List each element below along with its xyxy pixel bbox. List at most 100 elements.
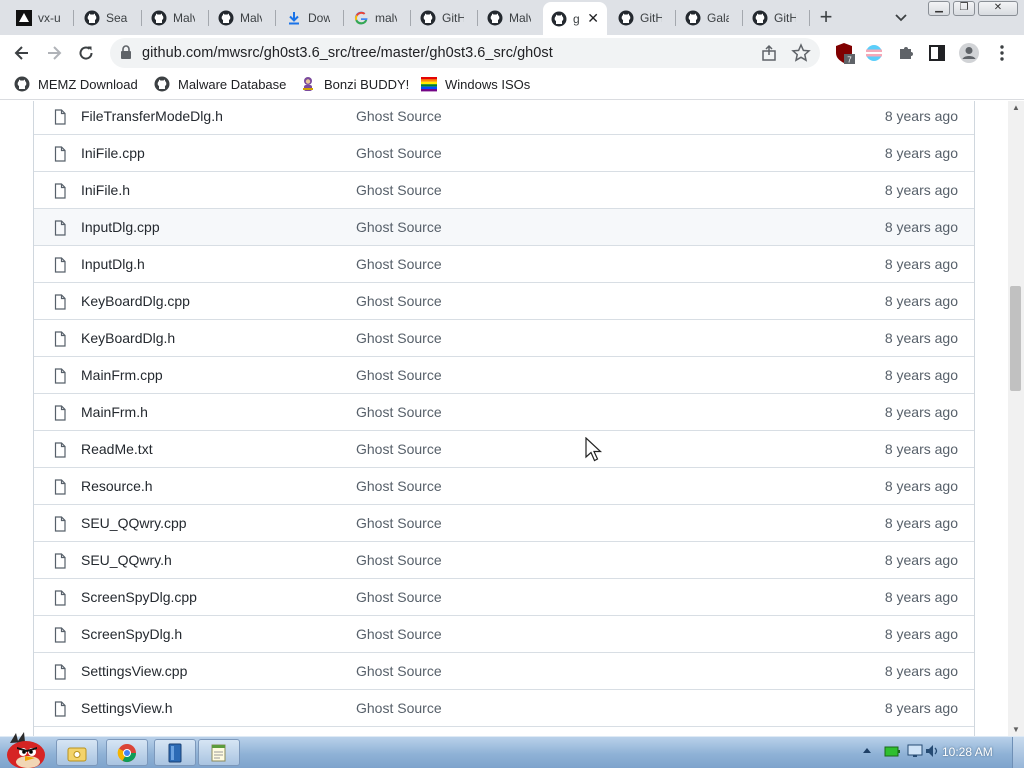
file-row[interactable]: ScreenSpyDlg.cpp Ghost Source 8 years ago — [34, 578, 974, 615]
tab-search-chevron-icon[interactable] — [894, 10, 914, 26]
back-button[interactable] — [12, 43, 32, 63]
file-row[interactable]: ReadMe.txt Ghost Source 8 years ago — [34, 430, 974, 467]
browser-tab[interactable]: GitH — [744, 4, 810, 31]
browser-tab[interactable]: vx-u — [8, 4, 74, 31]
browser-tab[interactable]: GitH — [412, 4, 478, 31]
forward-button[interactable] — [44, 43, 64, 63]
file-name-link[interactable]: SEU_QQwry.h — [81, 552, 172, 568]
commit-message-link[interactable]: Ghost Source — [356, 552, 442, 568]
url-text[interactable]: github.com/mwsrc/gh0st3.6_src/tree/maste… — [142, 45, 553, 61]
scrollbar-thumb[interactable] — [1010, 286, 1021, 391]
start-button-angry-bird-icon[interactable] — [2, 731, 52, 768]
taskbar-chrome-button[interactable] — [106, 739, 148, 766]
commit-message-link[interactable]: Ghost Source — [356, 626, 442, 642]
file-row[interactable]: SettingsView.cpp Ghost Source 8 years ago — [34, 652, 974, 689]
bookmark-star-icon[interactable] — [791, 43, 811, 68]
file-name-link[interactable]: ReadMe.txt — [81, 441, 153, 457]
share-icon[interactable] — [761, 44, 779, 67]
browser-tab[interactable]: g ✕ — [543, 2, 607, 35]
vertical-scrollbar[interactable]: ▲ ▼ — [1008, 101, 1024, 736]
side-panel-icon[interactable] — [926, 42, 948, 64]
browser-tab[interactable]: Malv — [143, 4, 209, 31]
file-name-link[interactable]: MainFrm.h — [81, 404, 148, 420]
file-name-link[interactable]: Resource.h — [81, 478, 153, 494]
trans-flag-extension-icon[interactable] — [863, 42, 885, 64]
tray-battery-icon[interactable] — [884, 744, 900, 763]
file-row[interactable]: MainFrm.h Ghost Source 8 years ago — [34, 393, 974, 430]
file-row[interactable]: InputDlg.h Ghost Source 8 years ago — [34, 245, 974, 282]
commit-message-link[interactable]: Ghost Source — [356, 478, 442, 494]
file-name-link[interactable]: SettingsView.h — [81, 700, 173, 716]
file-row[interactable]: KeyBoardDlg.cpp Ghost Source 8 years ago — [34, 282, 974, 319]
file-row[interactable]: ScreenSpyDlg.h Ghost Source 8 years ago — [34, 615, 974, 652]
tray-network-icon[interactable] — [907, 744, 923, 763]
scroll-up-arrow-icon[interactable]: ▲ — [1012, 103, 1020, 112]
browser-tab[interactable]: Sear — [76, 4, 142, 31]
commit-message-link[interactable]: Ghost Source — [356, 515, 442, 531]
minimize-button[interactable]: ▁ — [928, 1, 950, 16]
file-name-link[interactable]: InputDlg.h — [81, 256, 145, 272]
bookmark-malware-database[interactable]: Malware Database — [154, 76, 286, 92]
file-row[interactable]: SEU_QQwry.cpp Ghost Source 8 years ago — [34, 504, 974, 541]
commit-message-link[interactable]: Ghost Source — [356, 293, 442, 309]
reload-button[interactable] — [76, 43, 96, 63]
file-row[interactable]: InputDlg.cpp Ghost Source 8 years ago — [34, 208, 974, 245]
commit-message-link[interactable]: Ghost Source — [356, 663, 442, 679]
file-row[interactable]: KeyBoardDlg.h Ghost Source 8 years ago — [34, 319, 974, 356]
commit-message-link[interactable]: Ghost Source — [356, 441, 442, 457]
file-row[interactable]: IniFile.h Ghost Source 8 years ago — [34, 171, 974, 208]
browser-tab[interactable]: Dow — [278, 4, 344, 31]
taskbar-notepad-button[interactable] — [198, 739, 240, 766]
file-name-link[interactable]: KeyBoardDlg.h — [81, 330, 175, 346]
tab-close-icon[interactable]: ✕ — [587, 10, 599, 27]
commit-message-link[interactable]: Ghost Source — [356, 108, 442, 124]
ublock-extension-icon[interactable]: 7 — [834, 42, 856, 64]
browser-tab[interactable]: Malv — [479, 4, 545, 31]
commit-message-link[interactable]: Ghost Source — [356, 330, 442, 346]
commit-message-link[interactable]: Ghost Source — [356, 700, 442, 716]
profile-avatar-icon[interactable] — [958, 42, 980, 64]
file-name-link[interactable]: ScreenSpyDlg.h — [81, 626, 182, 642]
new-tab-button[interactable]: + — [814, 6, 838, 30]
file-row[interactable]: SEU_QQwry.h Ghost Source 8 years ago — [34, 541, 974, 578]
bookmark-windows-isos[interactable]: Windows ISOs — [421, 76, 530, 92]
file-row[interactable]: IniFile.cpp Ghost Source 8 years ago — [34, 134, 974, 171]
commit-message-link[interactable]: Ghost Source — [356, 367, 442, 383]
bookmark-bonzi-buddy[interactable]: Bonzi BUDDY! — [300, 76, 409, 92]
browser-tab[interactable]: malv — [345, 4, 411, 31]
file-row[interactable]: FileTransferModeDlg.h Ghost Source 8 years… — [34, 101, 974, 134]
browser-tab[interactable]: Gala — [677, 4, 743, 31]
tray-volume-icon[interactable] — [925, 744, 941, 763]
restore-button[interactable]: ❐ — [953, 1, 975, 16]
taskbar-clock[interactable]: 10:28 AM — [942, 745, 993, 759]
commit-message-link[interactable]: Ghost Source — [356, 589, 442, 605]
commit-message-link[interactable]: Ghost Source — [356, 219, 442, 235]
file-name-link[interactable]: MainFrm.cpp — [81, 367, 163, 383]
close-window-button[interactable]: ✕ — [978, 1, 1018, 16]
file-name-link[interactable]: IniFile.h — [81, 182, 130, 198]
file-row[interactable]: Resource.h Ghost Source 8 years ago — [34, 467, 974, 504]
puzzle-extensions-icon[interactable] — [895, 42, 917, 64]
address-bar[interactable]: github.com/mwsrc/gh0st3.6_src/tree/maste… — [110, 38, 820, 68]
commit-message-link[interactable]: Ghost Source — [356, 404, 442, 420]
browser-tab[interactable]: GitH — [610, 4, 676, 31]
file-name-link[interactable]: SEU_QQwry.cpp — [81, 515, 187, 531]
browser-tab[interactable]: Malv — [210, 4, 276, 31]
file-name-link[interactable]: IniFile.cpp — [81, 145, 145, 161]
bookmark-memz-download[interactable]: MEMZ Download — [14, 76, 138, 92]
file-row[interactable] — [34, 726, 974, 736]
file-name-link[interactable]: ScreenSpyDlg.cpp — [81, 589, 197, 605]
scroll-down-arrow-icon[interactable]: ▼ — [1012, 725, 1020, 734]
menu-kebab-icon[interactable] — [991, 42, 1013, 64]
tray-overflow-arrow-icon[interactable] — [862, 744, 872, 762]
file-row[interactable]: MainFrm.cpp Ghost Source 8 years ago — [34, 356, 974, 393]
file-name-link[interactable]: FileTransferModeDlg.h — [81, 108, 223, 124]
file-name-link[interactable]: InputDlg.cpp — [81, 219, 160, 235]
taskbar-explorer-button[interactable] — [56, 739, 98, 766]
commit-message-link[interactable]: Ghost Source — [356, 256, 442, 272]
file-name-link[interactable]: SettingsView.cpp — [81, 663, 187, 679]
lock-icon[interactable] — [120, 45, 132, 65]
commit-message-link[interactable]: Ghost Source — [356, 182, 442, 198]
file-name-link[interactable]: KeyBoardDlg.cpp — [81, 293, 190, 309]
file-row[interactable]: SettingsView.h Ghost Source 8 years ago — [34, 689, 974, 726]
